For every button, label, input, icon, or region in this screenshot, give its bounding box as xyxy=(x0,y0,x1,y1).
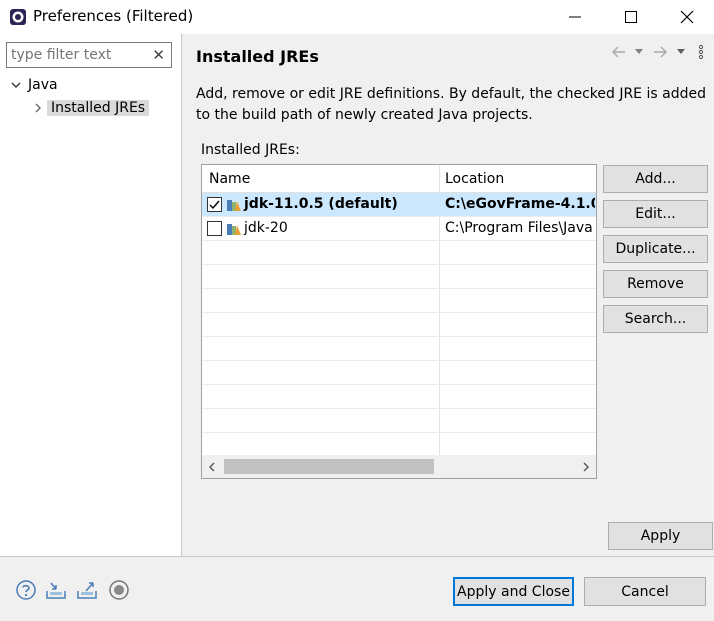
minimize-icon xyxy=(569,16,581,18)
filter-input[interactable] xyxy=(7,43,147,67)
record-icon[interactable] xyxy=(108,579,130,601)
help-icon[interactable] xyxy=(15,579,37,601)
jre-library-icon xyxy=(227,224,241,235)
maximize-icon xyxy=(625,11,637,23)
export-icon[interactable] xyxy=(76,579,98,601)
search-button[interactable]: Search... xyxy=(603,305,708,333)
remove-button[interactable]: Remove xyxy=(603,270,708,298)
table-row[interactable]: jdk-11.0.5 (default) C:\eGovFrame-4.1.0\ xyxy=(202,193,596,217)
empty-row xyxy=(202,337,596,361)
window-title: Preferences (Filtered) xyxy=(33,7,194,25)
empty-row xyxy=(202,409,596,433)
column-header-location[interactable]: Location xyxy=(445,171,504,187)
empty-row xyxy=(202,433,596,457)
empty-row xyxy=(202,241,596,265)
jre-name: jdk-11.0.5 (default) xyxy=(244,196,398,212)
tree-item-java[interactable]: Java xyxy=(10,74,58,96)
empty-row xyxy=(202,265,596,289)
forward-arrow-icon[interactable] xyxy=(652,45,668,59)
clear-filter-icon[interactable]: ✕ xyxy=(152,46,165,64)
row-checkbox[interactable] xyxy=(207,221,222,236)
view-menu-icon[interactable] xyxy=(697,44,705,60)
tree-item-label: Java xyxy=(28,77,58,93)
jre-location: C:\Program Files\Java xyxy=(445,220,593,236)
back-arrow-icon[interactable] xyxy=(611,45,627,59)
jre-list-label: Installed JREs: xyxy=(201,142,300,158)
scrollbar-thumb[interactable] xyxy=(224,459,434,474)
chevron-right-icon[interactable] xyxy=(32,102,44,114)
scroll-left-icon[interactable] xyxy=(208,462,216,472)
maximize-button[interactable] xyxy=(602,0,660,34)
footer-divider xyxy=(0,556,714,557)
empty-row xyxy=(202,289,596,313)
import-icon[interactable] xyxy=(45,579,67,601)
close-button[interactable] xyxy=(658,0,714,34)
duplicate-button[interactable]: Duplicate... xyxy=(603,235,708,263)
empty-row xyxy=(202,385,596,409)
table-row[interactable]: jdk-20 C:\Program Files\Java xyxy=(202,217,596,241)
apply-button[interactable]: Apply xyxy=(608,522,713,550)
page-title: Installed JREs xyxy=(196,47,319,66)
jre-library-icon xyxy=(227,200,241,211)
table-header: Name Location xyxy=(202,165,596,193)
forward-menu-chevron-icon[interactable] xyxy=(676,48,686,56)
filter-field[interactable]: ✕ xyxy=(6,42,172,68)
checkmark-icon xyxy=(209,200,220,210)
apply-and-close-button[interactable]: Apply and Close xyxy=(453,577,574,606)
scroll-right-icon[interactable] xyxy=(582,462,590,472)
row-checkbox[interactable] xyxy=(207,197,222,212)
horizontal-scrollbar[interactable] xyxy=(202,455,596,478)
page-description: Add, remove or edit JRE definitions. By … xyxy=(196,86,706,123)
tree-item-installed-jres[interactable]: Installed JREs xyxy=(32,97,150,119)
tree-item-label: Installed JREs xyxy=(47,100,150,116)
empty-row xyxy=(202,361,596,385)
jre-location: C:\eGovFrame-4.1.0\ xyxy=(445,196,595,212)
back-menu-chevron-icon[interactable] xyxy=(634,48,644,56)
minimize-button[interactable] xyxy=(546,0,604,34)
add-button[interactable]: Add... xyxy=(603,165,708,193)
cancel-button[interactable]: Cancel xyxy=(584,577,706,606)
close-icon xyxy=(680,10,694,24)
chevron-down-icon[interactable] xyxy=(10,79,22,91)
eclipse-app-icon xyxy=(10,9,26,25)
edit-button[interactable]: Edit... xyxy=(603,200,708,228)
empty-row xyxy=(202,313,596,337)
column-header-name[interactable]: Name xyxy=(209,171,250,187)
jre-table[interactable]: Name Location jdk-11.0.5 (default) C:\eG… xyxy=(201,164,597,479)
jre-name: jdk-20 xyxy=(244,220,288,236)
